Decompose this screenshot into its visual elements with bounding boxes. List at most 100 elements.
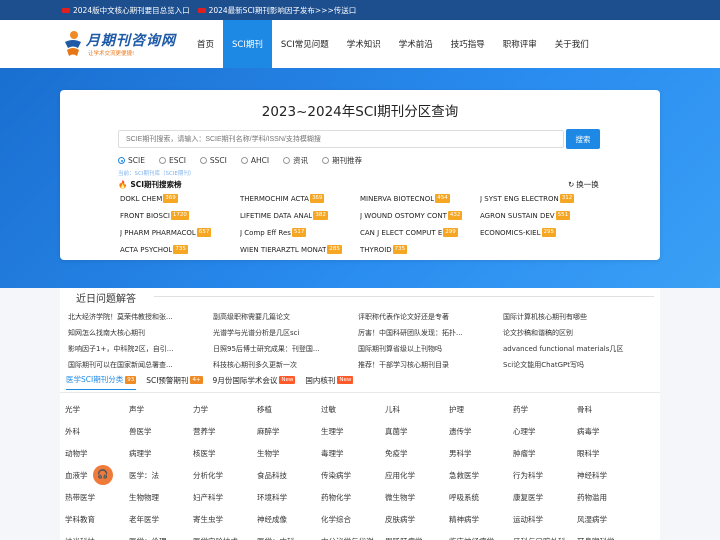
customer-service-button[interactable]: 🎧 (93, 465, 113, 485)
nav-title-review[interactable]: 职称评审 (494, 20, 546, 68)
nav-home[interactable]: 首页 (188, 20, 223, 68)
site-logo[interactable]: 月期刊咨询网 让学术交流更便捷! (62, 28, 177, 60)
category-link[interactable]: 医学：内科 (257, 536, 321, 540)
nav-about[interactable]: 关于我们 (546, 20, 598, 68)
category-link[interactable]: 寄生虫学 (193, 514, 257, 525)
category-link[interactable]: 医学：法 (129, 470, 193, 481)
category-link[interactable]: 生物学 (257, 448, 321, 459)
category-link[interactable]: 呼吸系统 (449, 492, 513, 503)
category-link[interactable]: 病毒学 (577, 426, 641, 437)
announcement-link-2[interactable]: 2024最新SCI期刊影响因子发布>>>传送口 (197, 5, 356, 16)
category-link[interactable]: 微生物学 (385, 492, 449, 503)
nav-sci-faq[interactable]: SCI常见问题 (272, 20, 338, 68)
category-link[interactable]: 皮肤病学 (385, 514, 449, 525)
nav-academic-knowledge[interactable]: 学术知识 (338, 20, 390, 68)
category-link[interactable]: 眼科学 (577, 448, 641, 459)
category-link[interactable]: 营养学 (193, 426, 257, 437)
category-link[interactable]: 儿科 (385, 404, 449, 415)
category-link[interactable]: 声学 (129, 404, 193, 415)
faq-link[interactable]: 论文抄稿和谐稿的区别 (503, 328, 648, 338)
category-link[interactable]: 兽医学 (129, 426, 193, 437)
nav-academic-frontier[interactable]: 学术前沿 (390, 20, 442, 68)
option-ssci[interactable]: SSCI (199, 155, 227, 166)
journal-search-input[interactable] (118, 130, 564, 148)
category-link[interactable]: 药学 (513, 404, 577, 415)
journal-item[interactable]: LIFETIME DATA ANAL 382 (240, 211, 360, 220)
faq-link[interactable]: 国际期刊可以在国家新闻总署查... (68, 360, 213, 370)
faq-link[interactable]: 科技核心期刊多久更新一次 (213, 360, 358, 370)
faq-link[interactable]: 副高级职称需要几篇论文 (213, 312, 358, 322)
journal-item[interactable]: THYROID 735 (360, 245, 480, 254)
category-link[interactable]: 纳米科技 (65, 536, 129, 540)
category-link[interactable]: 内分泌学与代谢 (321, 536, 385, 540)
announcement-link-1[interactable]: 2024版中文核心期刊要目总览入口 (62, 5, 190, 16)
category-link[interactable]: 生理学 (321, 426, 385, 437)
category-link[interactable]: 妇产科学 (193, 492, 257, 503)
category-link[interactable]: 过敏 (321, 404, 385, 415)
category-link[interactable]: 医学：伦理 (129, 536, 193, 540)
category-link[interactable]: 风湿病学 (577, 514, 641, 525)
category-link[interactable]: 力学 (193, 404, 257, 415)
journal-item[interactable]: J Comp Eff Res 517 (240, 228, 360, 237)
faq-link[interactable]: 国际计算机核心期刊有哪些 (503, 312, 648, 322)
category-link[interactable]: 外科 (65, 426, 129, 437)
faq-link[interactable]: 光谱学与光谱分析是几区sci (213, 328, 358, 338)
journal-item[interactable]: ACTA PSYCHOL 735 (120, 245, 240, 254)
journal-item[interactable]: ECONOMICS-KIEL 295 (480, 228, 600, 237)
journal-item[interactable]: J WOUND OSTOMY CONT 432 (360, 211, 480, 220)
option-scie[interactable]: SCIE (118, 155, 145, 166)
category-link[interactable]: 牙科与口腔外科 (513, 536, 577, 540)
category-link[interactable]: 核医学 (193, 448, 257, 459)
tab-domestic-core[interactable]: 国内核刊 New (305, 374, 354, 390)
category-link[interactable]: 环境科学 (257, 492, 321, 503)
option-recommend[interactable]: 期刊推荐 (322, 155, 362, 166)
faq-link[interactable]: 国际期刊算省级以上刊物吗 (358, 344, 503, 354)
category-link[interactable]: 生物物理 (129, 492, 193, 503)
category-link[interactable]: 心理学 (513, 426, 577, 437)
category-link[interactable]: 真菌学 (385, 426, 449, 437)
journal-item[interactable]: WIEN TIERARZTL MONAT 285 (240, 245, 360, 254)
journal-item[interactable]: THERMOCHIM ACTA 369 (240, 194, 360, 203)
journal-item[interactable]: FRONT BIOSCI 1720 (120, 211, 240, 220)
category-link[interactable]: 运动科学 (513, 514, 577, 525)
category-link[interactable]: 神经成像 (257, 514, 321, 525)
option-esci[interactable]: ESCI (158, 155, 186, 166)
category-link[interactable]: 化学综合 (321, 514, 385, 525)
faq-link[interactable]: 日照95后博士研究成果：刊登国... (213, 344, 358, 354)
category-link[interactable]: 遗传学 (449, 426, 513, 437)
category-link[interactable]: 肿瘤学 (513, 448, 577, 459)
category-link[interactable]: 护理 (449, 404, 513, 415)
faq-link[interactable]: Sci论文能用ChatGPt写吗 (503, 360, 648, 370)
faq-link[interactable]: 评职称代表作论文好还是专著 (358, 312, 503, 322)
category-link[interactable]: 耳鼻喉科学 (577, 536, 641, 540)
category-link[interactable]: 行为科学 (513, 470, 577, 481)
faq-link[interactable]: 北大经济学院！莫荣伟教授和张... (68, 312, 213, 322)
category-link[interactable]: 急救医学 (449, 470, 513, 481)
category-link[interactable]: 移植 (257, 404, 321, 415)
tab-conferences[interactable]: 9月份国际学术会议 New (213, 374, 296, 390)
journal-item[interactable]: CAN J ELECT COMPUT E 299 (360, 228, 480, 237)
category-link[interactable]: 男科学 (449, 448, 513, 459)
journal-item[interactable]: AGRON SUSTAIN DEV 551 (480, 211, 600, 220)
category-link[interactable]: 药物滥用 (577, 492, 641, 503)
faq-link[interactable]: 推荐！干部学习核心期刊目录 (358, 360, 503, 370)
category-link[interactable]: 传染病学 (321, 470, 385, 481)
nav-sci-journals[interactable]: SCI期刊 (223, 20, 272, 68)
category-link[interactable]: 免疫学 (385, 448, 449, 459)
tab-warning-journals[interactable]: SCI预警期刊 4+ (146, 374, 203, 390)
option-ahci[interactable]: AHCI (240, 155, 269, 166)
category-link[interactable]: 麻醉学 (257, 426, 321, 437)
category-link[interactable]: 精神病学 (449, 514, 513, 525)
faq-link[interactable]: 影响因子1+，中科院2区，自引... (68, 344, 213, 354)
category-link[interactable]: 临床神经病学 (449, 536, 513, 540)
category-link[interactable]: 动物学 (65, 448, 129, 459)
category-link[interactable]: 应用化学 (385, 470, 449, 481)
journal-item[interactable]: MINERVA BIOTECNOL 454 (360, 194, 480, 203)
category-link[interactable]: 医学实验技术 (193, 536, 257, 540)
category-link[interactable]: 毒理学 (321, 448, 385, 459)
journal-item[interactable]: J SYST ENG ELECTRON 312 (480, 194, 600, 203)
category-link[interactable]: 胃肠肝病学 (385, 536, 449, 540)
category-link[interactable]: 食品科技 (257, 470, 321, 481)
faq-link[interactable]: advanced functional materials几区 (503, 344, 648, 354)
refresh-button[interactable]: ↻ 换一换 (568, 179, 599, 190)
